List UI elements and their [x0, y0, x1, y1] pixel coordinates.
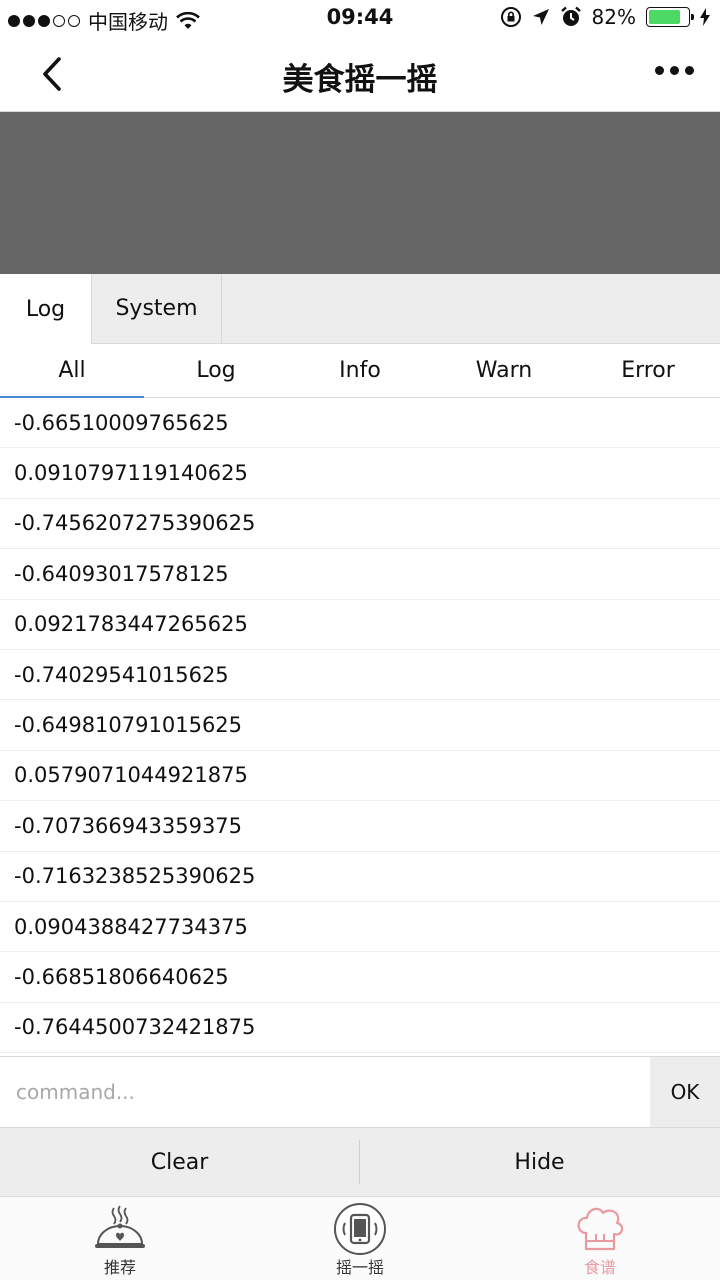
debug-console-panel: Log System All Log Info Warn Error -0.66…	[0, 274, 720, 1196]
dish-icon	[90, 1200, 150, 1258]
location-arrow-icon	[532, 9, 549, 25]
level-tab-info[interactable]: Info	[288, 344, 432, 397]
log-entry: -0.649810791015625	[0, 700, 720, 751]
log-entry: -0.66510009765625	[0, 398, 720, 449]
battery-fill	[649, 10, 681, 24]
content-placeholder	[0, 112, 720, 274]
battery-percent: 82%	[591, 5, 636, 29]
log-entry: 0.0910797119140625	[0, 448, 720, 499]
tab-recipes[interactable]: 食谱	[480, 1197, 720, 1280]
chevron-left-icon	[43, 57, 61, 91]
console-top-tabs: Log System	[0, 274, 720, 344]
log-entry: -0.7163238525390625	[0, 852, 720, 902]
log-entry: -0.707366943359375	[0, 801, 720, 852]
charging-bolt-icon	[700, 8, 710, 26]
ok-button[interactable]: OK	[650, 1057, 720, 1127]
console-action-bar: Clear Hide	[0, 1128, 720, 1196]
tab-recommend[interactable]: 推荐	[0, 1197, 240, 1280]
chef-hat-icon	[570, 1200, 630, 1258]
log-entry: -0.64093017578125	[0, 549, 720, 600]
level-tab-error[interactable]: Error	[576, 344, 720, 397]
tab-shake[interactable]: 摇一摇	[240, 1197, 480, 1280]
log-entry: 0.0921783447265625	[0, 600, 720, 650]
tab-label: 食谱	[583, 1258, 616, 1277]
bottom-tab-bar: 推荐 摇一摇 食谱	[0, 1196, 720, 1280]
log-entry: -0.74029541015625	[0, 650, 720, 701]
battery-icon	[646, 7, 694, 27]
log-entry: -0.7644500732421875	[0, 1003, 720, 1054]
page-title: 美食摇一摇	[282, 62, 438, 98]
command-input[interactable]	[0, 1057, 650, 1127]
log-level-tabs: All Log Info Warn Error	[0, 344, 720, 398]
log-entry: -0.66851806640625	[0, 952, 720, 1003]
log-entry: 0.0904388427734375	[0, 902, 720, 953]
status-bar: 中国移动 09:44 82%	[0, 0, 720, 36]
level-tab-all[interactable]: All	[0, 344, 144, 398]
more-options-button[interactable]	[655, 60, 694, 81]
tab-log[interactable]: Log	[0, 274, 92, 344]
alarm-clock-icon	[560, 6, 581, 26]
shake-phone-icon	[330, 1200, 390, 1258]
level-tab-log[interactable]: Log	[144, 344, 288, 397]
level-tab-warn[interactable]: Warn	[432, 344, 576, 397]
navigation-bar: 美食摇一摇	[0, 36, 720, 112]
back-button[interactable]	[30, 52, 74, 96]
status-icons: 82%	[500, 5, 710, 29]
log-entry: -0.7456207275390625	[0, 499, 720, 550]
log-entry: 0.0579071044921875	[0, 751, 720, 802]
command-bar: OK	[0, 1056, 720, 1128]
tab-label: 摇一摇	[335, 1258, 384, 1277]
hide-button[interactable]: Hide	[360, 1128, 719, 1196]
rotation-lock-icon	[500, 7, 521, 27]
clear-button[interactable]: Clear	[0, 1128, 359, 1196]
tab-label: 推荐	[103, 1258, 136, 1277]
log-list[interactable]: -0.66510009765625 0.0910797119140625 -0.…	[0, 398, 720, 1056]
tab-system[interactable]: System	[92, 274, 222, 343]
